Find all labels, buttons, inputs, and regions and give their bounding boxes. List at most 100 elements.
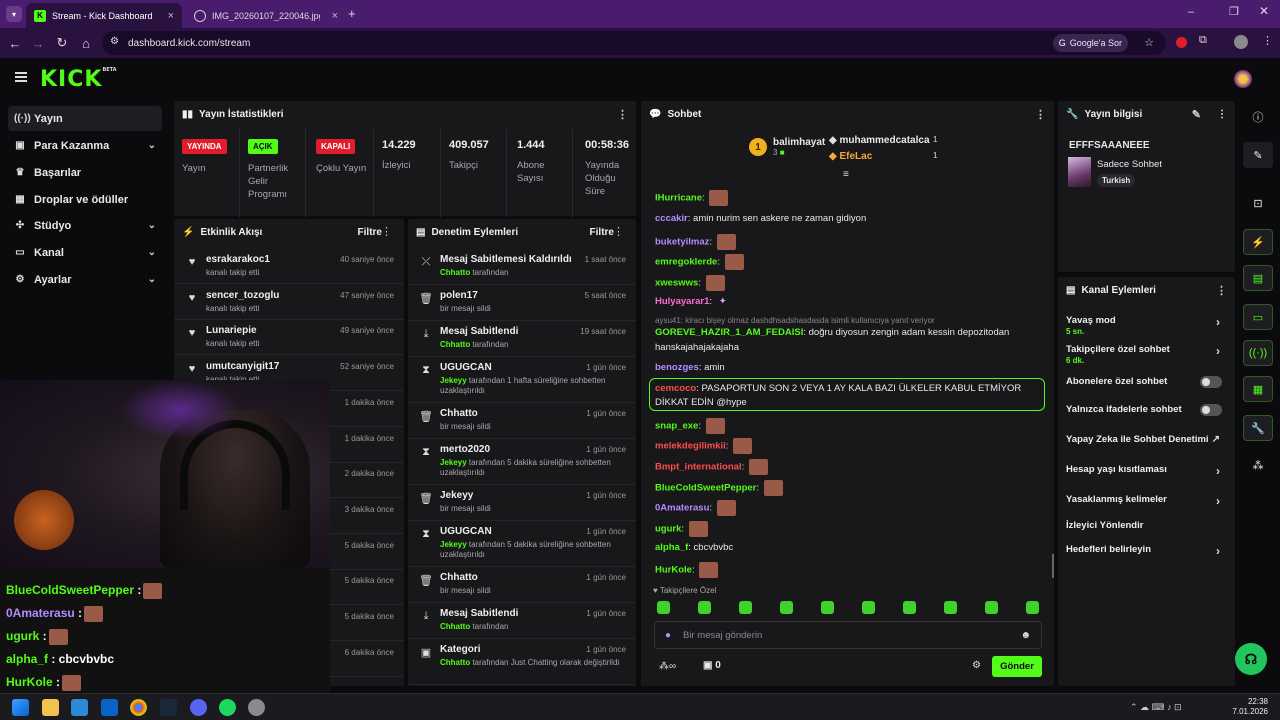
minimize-window-icon[interactable]: – <box>1188 6 1194 18</box>
table-row[interactable]: ⧗ merto2020 Jekeyy tarafından 5 dakika sür… <box>408 439 636 485</box>
chat-message[interactable]: alpha_f: cbcvbvbc <box>655 542 733 553</box>
edit-pencil-icon[interactable]: ✎ <box>1192 108 1201 121</box>
menu-hamburger-icon[interactable] <box>15 72 27 82</box>
file-explorer-icon[interactable] <box>42 699 59 716</box>
tab-image[interactable]: IMG_20260107_220046.jpg (91 × <box>186 3 346 28</box>
more-options-icon[interactable]: ⋮ <box>1035 108 1046 121</box>
toggle-switch[interactable] <box>1200 404 1222 416</box>
quick-emote-icon[interactable] <box>657 601 670 614</box>
chat-username[interactable]: ugurk <box>655 524 681 535</box>
home-icon[interactable]: ⌂ <box>74 36 98 51</box>
browser-menu-icon[interactable]: ⋮ <box>1262 34 1273 47</box>
chat-username[interactable]: buketyilmaz <box>655 237 709 248</box>
reload-icon[interactable]: ↻ <box>50 35 74 51</box>
new-tab-button[interactable]: + <box>348 6 356 21</box>
chat-message[interactable]: Bmpt_international: <box>655 459 768 475</box>
toggle-switch[interactable] <box>1200 376 1222 388</box>
user-avatar[interactable] <box>1234 70 1252 88</box>
forward-icon[interactable]: → <box>26 36 50 51</box>
chat-username[interactable]: HurKole <box>655 565 692 576</box>
more-options-icon[interactable]: ⋮ <box>1217 109 1227 120</box>
channel-action-item[interactable]: Yalnızca ifadelerle sohbet <box>1066 404 1230 426</box>
chat-message[interactable]: ugurk: <box>655 521 708 537</box>
table-row[interactable]: 🗑 Chhatto bir mesajı sildi 1 gün önce <box>408 567 636 603</box>
chat-username[interactable]: melekdegilimkii <box>655 441 726 452</box>
steam-icon[interactable] <box>160 699 177 716</box>
table-row[interactable]: 🗑 polen17 bir mesajı sildi 5 saat önce <box>408 285 636 321</box>
chat-message[interactable]: 0Amaterasu: <box>655 500 736 516</box>
chat-username[interactable]: GOREVE_HAZIR_1_AM_FEDAISI <box>655 327 803 338</box>
chat-scrollbar[interactable] <box>1052 554 1054 578</box>
chat-username[interactable]: lHurricane <box>655 193 702 204</box>
expand-leaderboard-icon[interactable]: ≡ <box>843 169 849 180</box>
table-row[interactable]: ⧗ UGUGCAN Jekeyy tarafından 5 dakika sürel… <box>408 521 636 567</box>
channel-action-item[interactable]: Abonelere özel sohbet <box>1066 376 1230 398</box>
chrome-icon[interactable] <box>130 699 147 716</box>
table-row[interactable]: ⧗ UGUGCAN Jekeyy tarafından 1 hafta süreli… <box>408 357 636 403</box>
google-ask-chip[interactable]: G Google'a Sor <box>1052 34 1128 52</box>
close-window-icon[interactable]: ✕ <box>1259 4 1269 18</box>
chat-username[interactable]: Bmpt_international <box>655 462 742 473</box>
settings-app-icon[interactable] <box>248 699 265 716</box>
chat-username[interactable]: emregoklerde <box>655 257 717 268</box>
support-headset-button[interactable]: ☊ <box>1235 643 1267 675</box>
sidebar-item-kanal[interactable]: ▭ Kanal ⌄ <box>8 240 162 265</box>
edit-icon[interactable]: ✎ <box>1243 142 1273 168</box>
send-button[interactable]: Gönder <box>992 656 1042 677</box>
chat-username[interactable]: snap_exe <box>655 421 698 432</box>
emoji-picker-icon[interactable]: ☻ <box>1020 630 1031 641</box>
quick-emote-icon[interactable] <box>862 601 875 614</box>
screen-capture-icon[interactable]: ⊡ <box>1243 190 1273 216</box>
sidebar-item-basarilar[interactable]: ♛ Başarılar <box>8 160 162 185</box>
quick-emote-icon[interactable] <box>985 601 998 614</box>
points-display[interactable]: ▣ 0 <box>703 660 721 671</box>
tab-search-button[interactable]: ▾ <box>6 6 22 22</box>
table-row[interactable]: 🗑 Chhatto bir mesajı sildi 1 gün önce <box>408 403 636 439</box>
add-widget-icon[interactable]: ⁂ <box>1243 452 1273 478</box>
channel-points-icon[interactable]: ⁂∞ <box>659 661 676 672</box>
info-icon[interactable]: ⓘ <box>1243 104 1273 130</box>
tab-kick-dashboard[interactable]: K Stream - Kick Dashboard × <box>26 3 182 28</box>
list-item[interactable]: ♥ Lunariepie kanalı takip etti 49 saniye ön… <box>174 320 404 356</box>
maximize-window-icon[interactable]: ❐ <box>1229 5 1239 18</box>
chat-username[interactable]: alpha_f <box>655 542 688 553</box>
back-icon[interactable]: ← <box>3 36 27 51</box>
quick-emote-icon[interactable] <box>903 601 916 614</box>
chat-message[interactable]: buketyilmaz: <box>655 234 736 250</box>
channel-action-item[interactable]: Yavaş mod 5 sn. › <box>1066 315 1230 337</box>
table-row[interactable]: ⤓ Mesaj Sabitlendi Chhatto tarafından 1 gün… <box>408 603 636 639</box>
channel-action-item[interactable]: Hesap yaşı kısıtlaması › <box>1066 464 1230 486</box>
filter-button[interactable]: Filtre <box>358 227 382 238</box>
channel-action-item[interactable]: Yapay Zeka ile Sohbet Denetimi ↗ <box>1066 434 1230 456</box>
chat-icon[interactable]: ▭ <box>1243 304 1273 330</box>
discord-icon[interactable] <box>190 699 207 716</box>
sidebar-item-studyo[interactable]: ✣ Stüdyo ⌄ <box>8 213 162 238</box>
bookmark-star-icon[interactable]: ☆ <box>1144 36 1154 49</box>
channel-action-item[interactable]: Hedefleri belirleyin › <box>1066 544 1230 566</box>
close-tab-icon[interactable]: × <box>332 10 338 22</box>
notes-icon[interactable]: ▤ <box>1243 265 1273 291</box>
more-options-icon[interactable]: ⋮ <box>381 225 392 238</box>
url-input[interactable]: ⚙ dashboard.kick.com/stream G Google'a S… <box>102 31 1166 55</box>
channel-action-item[interactable]: İzleyici Yönlendir <box>1066 520 1230 542</box>
chat-username[interactable]: benozges <box>655 362 699 373</box>
chat-message[interactable]: xweswws: <box>655 275 725 291</box>
microphone-icon[interactable]: ● <box>665 630 671 641</box>
more-options-icon[interactable]: ⋮ <box>617 108 628 121</box>
list-item[interactable]: ♥ esrakarakoc1 kanalı takip etti 40 saniye … <box>174 249 404 284</box>
table-row[interactable]: ▣ Kategori Chhatto tarafından Just Chattin… <box>408 639 636 685</box>
chat-message[interactable]: snap_exe: <box>655 418 725 434</box>
chat-message[interactable]: GOREVE_HAZIR_1_AM_FEDAISI: doğru diyosun… <box>655 327 1009 338</box>
chat-username[interactable]: cccakir <box>655 213 688 224</box>
chat-message[interactable]: Hulyayarar1: ✦ <box>655 296 727 307</box>
extension-red-icon[interactable] <box>1176 37 1187 48</box>
chat-message[interactable]: melekdegilimkii: <box>655 438 753 454</box>
sidebar-item-para-kazanma[interactable]: ▣ Para Kazanma ⌄ <box>8 133 162 158</box>
wrench-icon[interactable]: 🔧 <box>1243 415 1273 441</box>
chat-message[interactable]: hanskajahajakajaha <box>655 342 739 353</box>
windows-start-icon[interactable] <box>12 699 29 716</box>
taskbar-clock[interactable]: 22:38 7.01.2026 <box>1232 697 1268 717</box>
sidebar-item-ayarlar[interactable]: ⚙ Ayarlar ⌄ <box>8 267 162 292</box>
chat-message[interactable]: emregoklerde: <box>655 254 744 270</box>
sidebar-item-droplar[interactable]: ▦ Droplar ve ödüller <box>8 187 162 212</box>
